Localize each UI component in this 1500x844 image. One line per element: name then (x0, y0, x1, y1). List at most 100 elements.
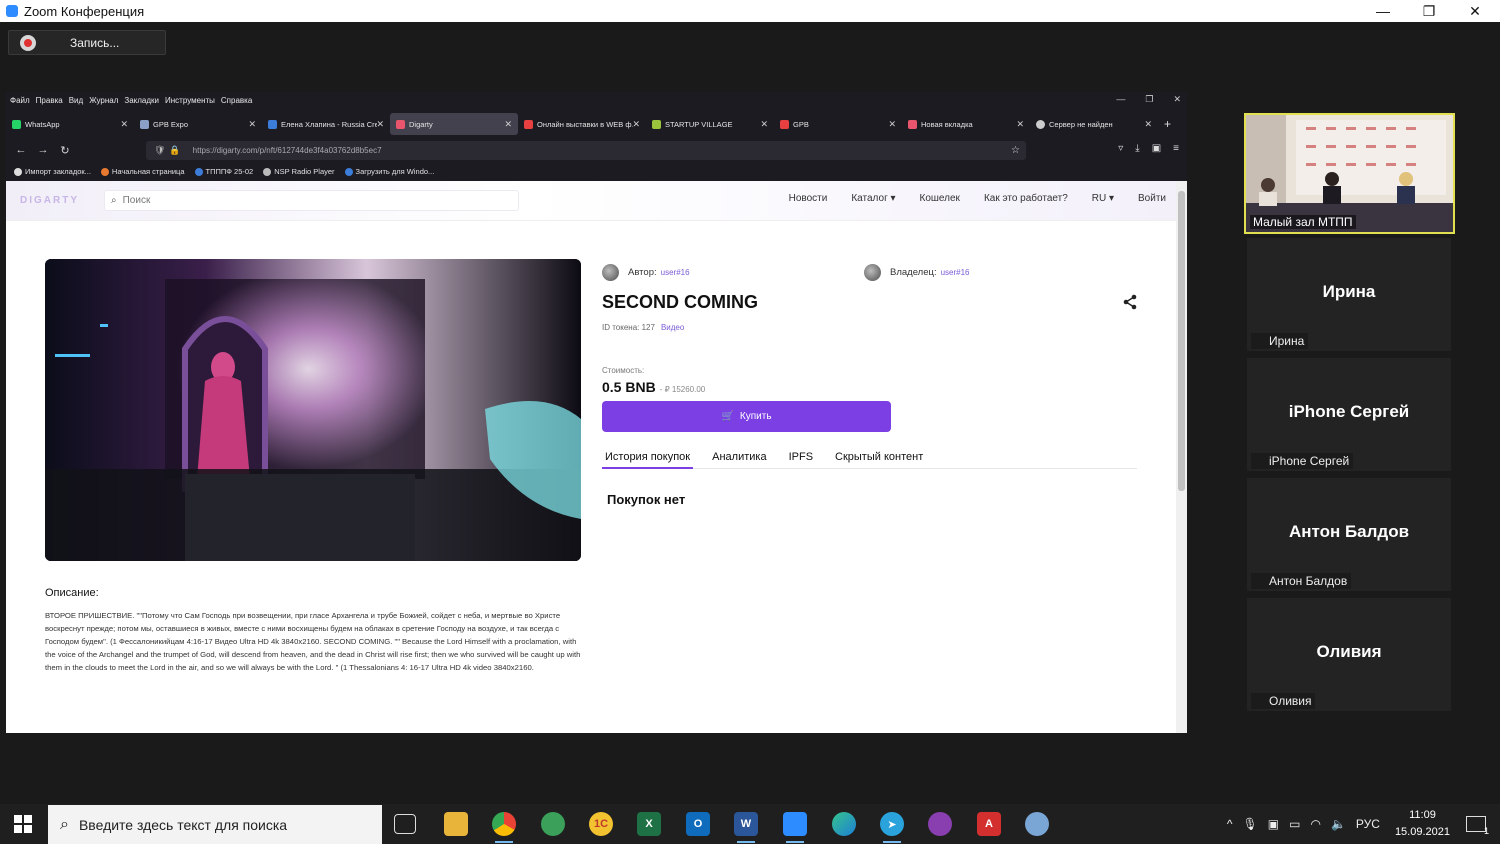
owner-link[interactable]: user#16 (941, 268, 970, 277)
tab-close-icon[interactable]: ✕ (504, 119, 512, 130)
participant-tile[interactable]: iPhone Сергей iPhone Сергей (1247, 358, 1451, 471)
tab-close-icon[interactable]: ✕ (376, 119, 384, 130)
tab-close-icon[interactable]: ✕ (248, 119, 256, 130)
tab-close-icon[interactable]: ✕ (1144, 119, 1152, 130)
task-view-icon[interactable] (394, 814, 416, 834)
browser-tab[interactable]: STARTUP VILLAGE ✕ (646, 113, 774, 135)
tab-close-icon[interactable]: ✕ (632, 119, 640, 130)
download-icon[interactable]: ⤓ (1135, 143, 1139, 154)
close-button[interactable]: ✕ (1452, 0, 1498, 22)
tab-close-icon[interactable]: ✕ (120, 119, 128, 130)
browser-tab[interactable]: WhatsApp ✕ (6, 113, 134, 135)
app-icon[interactable] (928, 812, 952, 836)
word-icon[interactable]: W (734, 812, 758, 843)
browser-tab-active[interactable]: Digarty ✕ (390, 113, 518, 135)
restore-button[interactable]: ❐ (1406, 0, 1452, 22)
file-explorer-icon[interactable] (444, 812, 468, 836)
address-bar[interactable]: 🛡🔒 https://digarty.com/p/nft/612744de3f4… (146, 141, 1026, 160)
bookmark-star-icon[interactable]: ☆ (1011, 145, 1020, 156)
buy-button[interactable]: 🛒 Купить (602, 401, 891, 432)
nav-language[interactable]: RU ▾ (1092, 193, 1114, 204)
language-indicator[interactable]: РУС (1356, 817, 1380, 831)
new-tab-icon[interactable]: + (1164, 117, 1171, 131)
menu-help[interactable]: Справка (221, 96, 252, 105)
nav-wallet[interactable]: Кошелек (920, 193, 960, 204)
taskbar-search-input[interactable]: ⌕ Введите здесь текст для поиска (48, 805, 382, 844)
wifi-icon[interactable]: ◠ (1310, 817, 1320, 831)
acrobat-icon[interactable]: A (977, 812, 1001, 836)
bookmark-item[interactable]: Импорт закладок... (14, 167, 91, 176)
chrome-icon[interactable] (492, 812, 516, 843)
zoom-icon[interactable] (783, 812, 807, 843)
browser-tab[interactable]: Онлайн выставки в WEB ф… ✕ (518, 113, 646, 135)
tab-close-icon[interactable]: ✕ (1016, 119, 1024, 130)
menu-icon[interactable]: ≡ (1173, 143, 1179, 154)
browser-tab[interactable]: Елена Хлапина - Russia Cre… ✕ (262, 113, 390, 135)
menu-tools[interactable]: Инструменты (165, 96, 215, 105)
participant-tile[interactable]: Антон Балдов Антон Балдов (1247, 478, 1451, 591)
participant-name: Антон Балдов (1251, 573, 1352, 589)
browser-minimize-icon[interactable]: — (1116, 94, 1125, 105)
menu-file[interactable]: Файл (10, 96, 30, 105)
scrollbar-thumb[interactable] (1178, 191, 1185, 491)
reload-icon[interactable]: ↻ (54, 144, 76, 157)
pocket-icon[interactable]: ▿ (1118, 143, 1123, 154)
menu-bookmarks[interactable]: Закладки (124, 96, 159, 105)
tab-close-icon[interactable]: ✕ (888, 119, 896, 130)
share-icon[interactable] (1122, 294, 1138, 310)
browser-tab[interactable]: GPB Expo ✕ (134, 113, 262, 135)
nav-how-it-works[interactable]: Как это работает? (984, 193, 1068, 204)
forward-icon[interactable]: → (32, 144, 54, 156)
browser-restore-icon[interactable]: ❐ (1145, 94, 1153, 105)
chevron-up-icon[interactable]: ^ (1227, 817, 1233, 831)
telegram-icon[interactable]: ➤ (880, 812, 904, 843)
media-type-link[interactable]: Видео (661, 323, 684, 332)
minimize-button[interactable]: — (1360, 0, 1406, 22)
browser-close-icon[interactable]: ✕ (1173, 94, 1181, 105)
notifications-icon[interactable]: 1 (1466, 816, 1489, 836)
battery-icon[interactable]: ▭ (1289, 817, 1300, 831)
nav-login[interactable]: Войти (1138, 193, 1166, 204)
avatar[interactable] (864, 264, 881, 281)
volume-icon[interactable]: 🔈 (1331, 817, 1346, 831)
menu-history[interactable]: Журнал (89, 96, 118, 105)
menu-view[interactable]: Вид (69, 96, 83, 105)
outlook-icon[interactable]: O (686, 812, 710, 836)
tab-hidden-content[interactable]: Скрытый контент (832, 451, 926, 469)
site-search-input[interactable]: ⌕ Поиск (104, 190, 519, 211)
nav-news[interactable]: Новости (789, 193, 828, 204)
bookmark-item[interactable]: ТПППФ 25-02 (194, 167, 253, 176)
clock[interactable]: 11:09 15.09.2021 (1395, 807, 1450, 841)
nav-catalog[interactable]: Каталог ▾ (851, 193, 895, 204)
site-logo[interactable]: DIGARTY (20, 195, 79, 206)
recording-indicator[interactable]: Запись... (8, 30, 166, 55)
menu-edit[interactable]: Правка (36, 96, 63, 105)
microphone-icon[interactable]: 🎙 (1243, 817, 1258, 831)
tab-close-icon[interactable]: ✕ (760, 119, 768, 130)
browser-tab[interactable]: Сервер не найден ✕ (1030, 113, 1158, 135)
start-button[interactable] (0, 804, 46, 844)
1c-icon[interactable]: 1С (589, 812, 613, 836)
bookmark-item[interactable]: Загрузить для Windo... (344, 167, 434, 176)
nft-video-preview[interactable] (45, 259, 581, 561)
author-link[interactable]: user#16 (661, 268, 690, 277)
edge-icon[interactable] (832, 812, 856, 836)
avatar[interactable] (602, 264, 619, 281)
tab-analytics[interactable]: Аналитика (709, 451, 769, 469)
back-icon[interactable]: ← (10, 144, 32, 156)
participant-tile[interactable]: Ирина Ирина (1247, 238, 1451, 351)
browser-tab[interactable]: GPB ✕ (774, 113, 902, 135)
globe-app-icon[interactable] (541, 812, 565, 836)
bookmark-item[interactable]: NSP Radio Player (263, 167, 335, 176)
page-scrollbar[interactable] (1176, 181, 1187, 733)
extension-icon[interactable]: ▣ (1152, 143, 1161, 154)
tab-purchase-history[interactable]: История покупок (602, 451, 694, 469)
participant-video-tile[interactable]: Малый зал МТПП (1244, 113, 1455, 234)
network-icon[interactable]: ▣ (1268, 817, 1279, 831)
participant-tile[interactable]: Оливия Оливия (1247, 598, 1451, 711)
bookmark-item[interactable]: Начальная страница (100, 167, 185, 176)
paint-icon[interactable] (1025, 812, 1049, 836)
tab-ipfs[interactable]: IPFS (786, 451, 816, 469)
browser-tab[interactable]: Новая вкладка ✕ (902, 113, 1030, 135)
excel-icon[interactable]: X (637, 812, 661, 836)
